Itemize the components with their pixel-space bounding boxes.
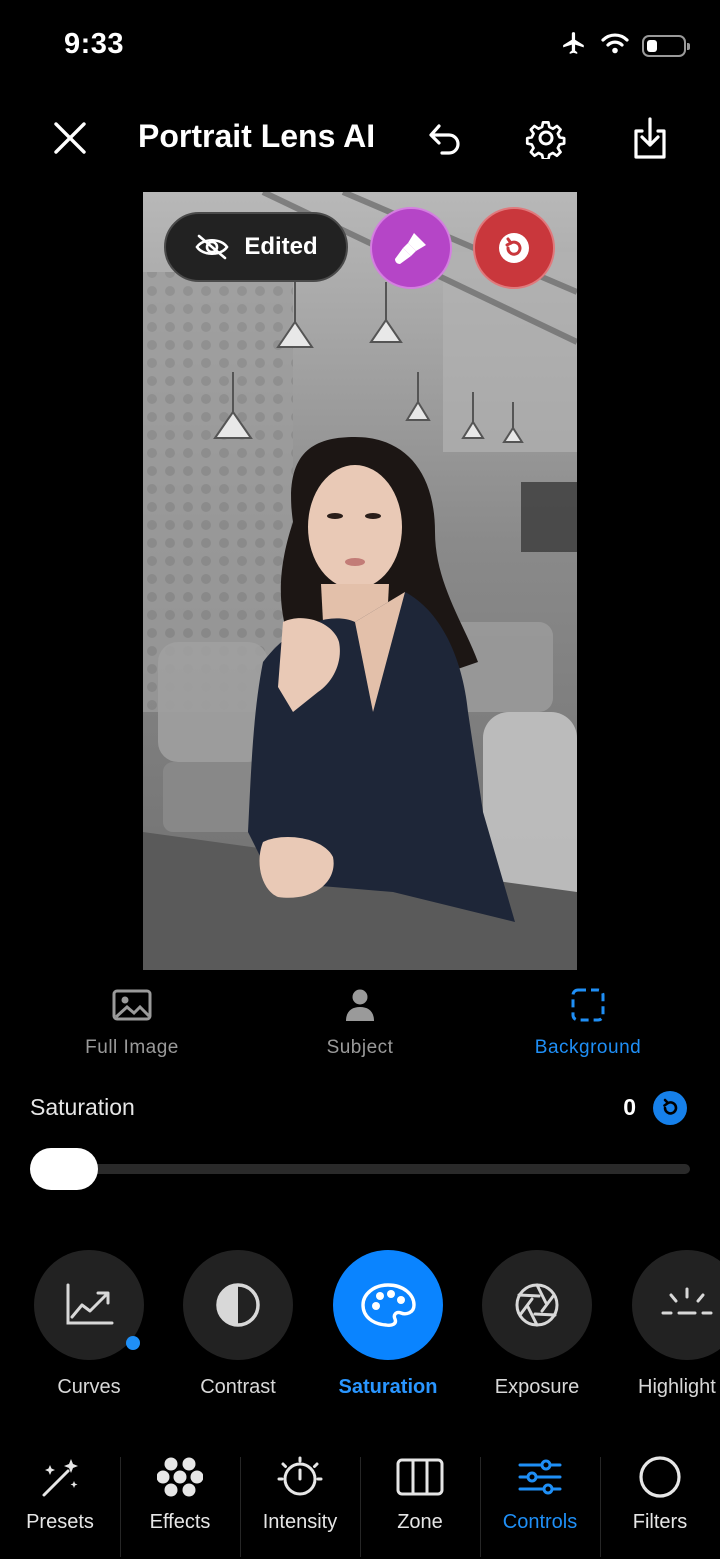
tool-label: Curves [57,1376,121,1398]
tool-contrast[interactable]: Contrast [183,1250,295,1398]
edited-label: Edited [244,233,318,260]
undo-icon [429,124,460,155]
tool-label: Exposure [494,1376,580,1398]
tool-highlight[interactable]: Highlight [632,1250,720,1398]
saturation-slider[interactable] [30,1148,690,1190]
nav-label: Presets [26,1511,94,1533]
slider-value: 0 [623,1094,636,1120]
nav-effects[interactable]: Effects [120,1455,240,1559]
curves-icon [66,1283,114,1325]
reset-icon [499,233,529,263]
person-icon [260,985,460,1025]
tool-curves[interactable]: Curves [34,1250,146,1398]
slider-label: Saturation [30,1094,135,1120]
export-icon [634,117,666,159]
edited-toggle-button[interactable]: Edited [164,212,348,282]
settings-button[interactable] [520,112,572,164]
nav-label: Effects [149,1511,211,1533]
sliders-icon [518,1459,562,1495]
nav-label: Filters [632,1511,688,1533]
undo-button[interactable] [416,112,468,164]
aperture-icon [515,1283,559,1327]
effects-icon [157,1457,203,1497]
status-time: 9:33 [64,28,125,60]
dashed-selection-icon [488,985,688,1025]
app-title: Portrait Lens AI [138,118,376,154]
highlight-icon [661,1287,713,1315]
nav-intensity[interactable]: Intensity [240,1455,360,1559]
gear-icon [525,121,566,159]
battery-level [647,39,657,52]
reset-icon [663,1098,678,1115]
contrast-icon [216,1283,260,1327]
nav-zone[interactable]: Zone [360,1455,480,1559]
brush-icon [395,233,426,264]
nav-controls[interactable]: Controls [480,1455,600,1559]
app-header: Portrait Lens AI [0,100,720,176]
airplane-icon [560,30,588,61]
mode-tab-background[interactable]: Background [488,985,688,1059]
brush-button[interactable] [370,207,452,289]
eye-slash-icon [195,234,229,260]
nav-presets[interactable]: Presets [0,1455,120,1559]
palette-icon [361,1283,416,1327]
mode-tab-full-image[interactable]: Full Image [32,985,232,1059]
portrait-photo [143,192,577,970]
circle-icon [639,1456,681,1498]
mode-tab-label: Subject [326,1037,394,1058]
timer-icon [277,1456,323,1496]
nav-filters[interactable]: Filters [600,1455,720,1559]
nav-label: Controls [502,1511,578,1533]
battery-icon [642,34,690,57]
export-button[interactable] [624,112,676,164]
tool-exposure[interactable]: Exposure [482,1250,594,1398]
sparkles-icon [42,1459,78,1497]
tool-saturation[interactable]: Saturation [333,1250,445,1398]
wifi-icon [600,31,630,60]
bottom-nav: Presets Effects Intensity Zone Controls … [0,1455,720,1559]
photo-canvas[interactable]: Edited [143,192,577,970]
nav-label: Zone [397,1511,443,1533]
modified-indicator [126,1336,140,1350]
nav-label: Intensity [262,1511,338,1533]
mode-tab-subject[interactable]: Subject [260,985,460,1059]
slider-thumb[interactable] [30,1148,98,1190]
slider-reset-button[interactable] [653,1091,687,1125]
status-bar: 9:33 [0,0,720,90]
tool-label: Highlight [638,1376,716,1398]
image-icon [32,985,232,1025]
tool-label: Contrast [200,1376,276,1398]
tool-label: Saturation [338,1376,438,1398]
close-button[interactable] [44,112,96,164]
mode-tab-label: Full Image [85,1037,179,1058]
reset-photo-button[interactable] [473,207,555,289]
status-icons [560,30,690,61]
close-icon [54,122,86,154]
mode-tab-label: Background [534,1037,642,1058]
columns-icon [396,1458,444,1496]
